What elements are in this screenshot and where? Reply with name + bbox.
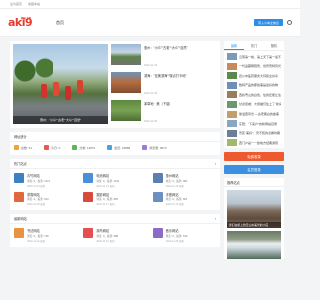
- list-item-title[interactable]: 茅草地 · 美（下载）: [144, 101, 172, 106]
- site-logo[interactable]: aki9 网址之家: [8, 14, 42, 32]
- site-item[interactable]: 音乐网站 浏览: 0，投票: 640 2022-11-08 更新: [152, 228, 216, 243]
- stat-total: 总数: 51: [14, 145, 32, 150]
- thumbnail-image: [227, 62, 237, 70]
- more-icon[interactable]: ›: [215, 217, 216, 221]
- tab-latest[interactable]: 最新: [224, 41, 244, 50]
- header: aki9 网址之家 首页 带入小本全信息: [0, 9, 300, 37]
- list-item-title[interactable]: 滨海：“至美滨海”“踩点打卡地”: [144, 73, 187, 78]
- site-item[interactable]: 书法网站 浏览: 0，投票: 726 2022-11-12 更新: [14, 228, 77, 243]
- site-icon: [14, 173, 24, 183]
- hero-caption[interactable]: 惠州：“小众”“古老”“大众”“自然”: [13, 116, 108, 124]
- list-item[interactable]: 茅草地 · 美（下载） 2022-11-06: [111, 100, 217, 124]
- set-homepage-link[interactable]: 设为首页: [10, 2, 22, 6]
- list-item[interactable]: 景区“美好”：景不知的点看时期: [227, 129, 281, 137]
- stat-members: 会员: 24889: [107, 145, 130, 150]
- list-item[interactable]: 四川中医药服务大同和全共享: [227, 72, 281, 80]
- list-item-date: 2022-11-18: [144, 92, 158, 95]
- list-item-date: 2022-11-06: [144, 120, 158, 123]
- today-icon: [44, 145, 50, 150]
- thumbnail-image[interactable]: [111, 100, 141, 121]
- thumbnail-image: [227, 139, 237, 147]
- list-item[interactable]: 西岭雪山的白色，住的还能让住: [227, 91, 281, 99]
- top-bar: 设为首页 收藏本站: [0, 0, 300, 9]
- search-icon[interactable]: [287, 20, 292, 25]
- hero-section: 惠州：“小众”“古老”“大众”“自然” 惠州：“小众”“古老”“大众”“自然” …: [10, 41, 220, 128]
- thumbnail-image: [227, 81, 237, 89]
- site-icon: [14, 228, 24, 239]
- list-item[interactable]: 西门户是一一些地方经典游观: [227, 139, 281, 147]
- section-title: 热门站点: [14, 162, 27, 166]
- thumbnail-image: [227, 110, 237, 118]
- site-item[interactable]: 手账网站 浏览: 0，投票: 801 2022-11-15 更新: [152, 191, 216, 206]
- members-icon: [107, 145, 113, 150]
- list-item[interactable]: 惠州：“小众”“古老”“大众”“自然” 2022-11-23: [111, 44, 217, 68]
- thumbnail-image: [227, 129, 237, 137]
- site-icon: [152, 173, 163, 183]
- list-item[interactable]: 东阳：“下来户”的新网站目录: [227, 120, 281, 128]
- tab-random[interactable]: 随机: [264, 41, 284, 50]
- thumbnail-image: [227, 91, 237, 99]
- list-item[interactable]: 滨海：“至美滨海”“踩点打卡地” 2022-11-18: [111, 72, 217, 96]
- featured-image-2[interactable]: [227, 231, 281, 260]
- list-item[interactable]: 甘肃武威：大熊猫们住上了“新房”: [227, 100, 281, 108]
- site-item[interactable]: 摄影网站 浏览: 0，投票: 866 2022-11-17 更新: [83, 191, 146, 206]
- more-icon[interactable]: ›: [215, 162, 216, 166]
- stats-panel: 网址统计 总数: 51 今日: 0 分类: 11872 会员: 24889 浏览…: [10, 132, 220, 155]
- bookmark-link[interactable]: 收藏本站: [28, 2, 40, 6]
- stat-views: 浏览量: 9573: [142, 145, 167, 150]
- recent-sites: 最新网站 › 书法网站 浏览: 0，投票: 726 2022-11-12 更新 观鸟网…: [10, 214, 220, 247]
- stat-category: 分类: 11872: [72, 145, 95, 150]
- thumbnail-image[interactable]: [111, 44, 141, 65]
- site-icon: [83, 191, 94, 202]
- thumbnail-image: [227, 100, 237, 108]
- member-login-button[interactable]: 会员登录: [224, 165, 284, 175]
- tab-hot[interactable]: 热门: [244, 41, 264, 50]
- thumbnail-image: [227, 120, 237, 128]
- site-icon: [152, 228, 163, 239]
- site-icon: [152, 191, 163, 202]
- site-icon: [14, 191, 24, 202]
- featured-image[interactable]: 梦幻在桥上欣赏山水美景的小店: [227, 190, 281, 229]
- featured-caption[interactable]: 梦幻在桥上欣赏山水美景的小店: [227, 222, 281, 229]
- site-item[interactable]: 茶香网站 浏览: 0，投票: 913 2022-11-18 更新: [14, 191, 77, 206]
- register-button[interactable]: 带入小本全信息: [253, 19, 283, 26]
- featured-title: 推荐站点: [224, 178, 284, 188]
- site-item[interactable]: 青竹网站 浏览: 0，投票: 1274 2022-11-23 更新: [14, 173, 77, 188]
- stats-title: 网址统计: [10, 132, 220, 142]
- views-icon: [142, 145, 148, 150]
- thumbnail-image: [227, 72, 237, 80]
- total-icon: [14, 145, 19, 150]
- site-icon: [83, 173, 94, 183]
- site-icon: [83, 228, 94, 239]
- nav-home[interactable]: 首页: [56, 20, 64, 26]
- popular-sites: 热门站点 › 青竹网站 浏览: 0，投票: 1274 2022-11-23 更新 电池…: [10, 159, 220, 211]
- thumbnail-image: [227, 53, 237, 61]
- hero-image[interactable]: 惠州：“小众”“古老”“大众”“自然”: [13, 44, 108, 124]
- list-item-title[interactable]: 惠州：“小众”“古老”“大众”“自然”: [144, 45, 188, 50]
- thumbnail-image[interactable]: [111, 72, 141, 93]
- list-item[interactable]: 徐溢西风光 —古老黑白的故事: [227, 110, 281, 118]
- site-item[interactable]: 惠州网站 浏览: 0，投票: 982 2022-11-19 更新: [152, 173, 216, 188]
- featured-panel: 推荐站点 梦幻在桥上欣赏山水美景的小店: [224, 178, 284, 260]
- logo-subtext: 网址之家: [21, 16, 32, 20]
- list-item[interactable]: 云南第一峰，第上天下第一最不好找: [227, 53, 281, 61]
- list-item[interactable]: 一代岳麓朝阳所，世界奇特风光: [227, 62, 281, 70]
- section-title: 最新网站: [14, 217, 27, 222]
- site-item[interactable]: 电池网站 浏览: 0，投票: 1011 2022-11-21 更新: [83, 173, 146, 188]
- stat-today: 今日: 0: [44, 145, 60, 150]
- site-item[interactable]: 观鸟网站 浏览: 0，投票: 688 2022-11-10 更新: [83, 228, 146, 243]
- submit-site-button[interactable]: 免费收录: [224, 152, 284, 162]
- sidebar-list: 最新 热门 随机 云南第一峰，第上天下第一最不好找 一代岳麓朝阳所，世界奇特风光…: [224, 41, 284, 149]
- category-icon: [72, 145, 78, 150]
- hero-list: 惠州：“小众”“古老”“大众”“自然” 2022-11-23 滨海：“至美滨海”…: [111, 44, 217, 125]
- list-item[interactable]: 数码产品的那些事是最好的物: [227, 81, 281, 89]
- list-item-date: 2022-11-23: [144, 64, 158, 67]
